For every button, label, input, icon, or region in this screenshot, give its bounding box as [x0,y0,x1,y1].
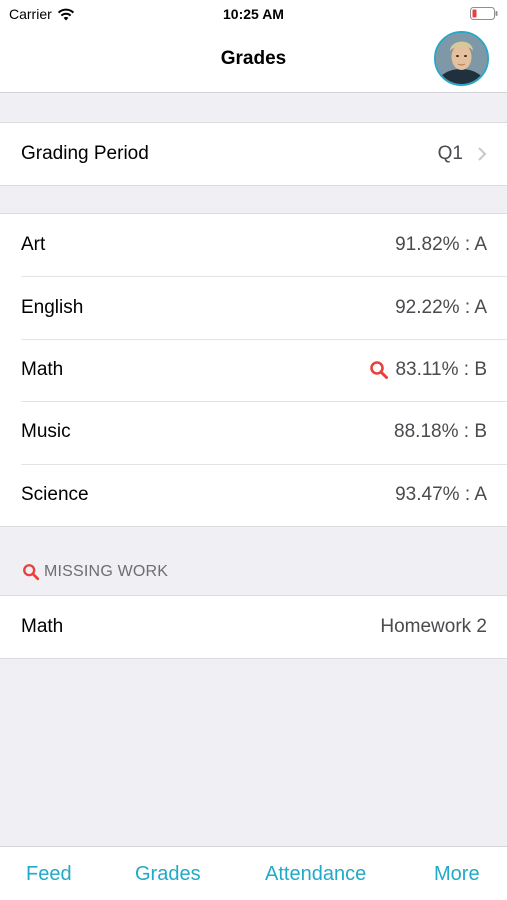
grade-row-english[interactable]: English 92.22% : A [0,276,507,338]
grade-value: 88.18% : B [394,421,487,443]
grade-row-science[interactable]: Science 93.47% : A [0,463,507,526]
clock: 10:25 AM [223,6,284,22]
navigation-bar: Grades [0,30,507,93]
missing-work-list: Math Homework 2 [0,595,507,659]
grade-value: 83.11% : B [395,358,487,380]
missing-work-row[interactable]: Math Homework 2 [0,596,507,658]
chevron-right-icon [478,147,487,161]
subject-name: English [21,296,84,318]
status-bar: Carrier 10:25 AM [0,0,507,30]
avatar[interactable] [434,31,489,86]
missing-work-title: MISSING WORK [44,563,169,580]
grading-period-group: Grading Period Q1 [0,122,507,186]
subject-name: Music [21,421,71,443]
grades-list: Art 91.82% : A English 92.22% : A Math 8… [0,213,507,527]
missing-work-header: MISSING WORK [22,563,168,581]
grade-value: 91.82% : A [395,234,487,256]
tab-attendance[interactable]: Attendance [265,863,366,886]
subject-name: Art [21,234,46,256]
tab-more[interactable]: More [434,863,480,886]
subject-name: Science [21,483,89,505]
grade-value: 92.22% : A [395,296,487,318]
grading-period-row[interactable]: Grading Period Q1 [0,123,507,185]
tab-bar: Feed Grades Attendance More [0,846,507,900]
tab-grades[interactable]: Grades [135,863,201,886]
grade-row-music[interactable]: Music 88.18% : B [0,401,507,463]
assignment-name: Homework 2 [380,616,487,637]
grading-period-label: Grading Period [21,143,149,164]
avatar-image [436,33,487,84]
subject-name: Math [21,616,64,637]
grade-row-math[interactable]: Math 83.11% : B [0,338,507,401]
page-title: Grades [220,48,287,69]
grading-period-value: Q1 [437,143,463,164]
grade-row-art[interactable]: Art 91.82% : A [0,214,507,276]
search-icon [23,564,40,581]
search-icon [370,361,389,379]
subject-name: Math [21,358,64,380]
battery-icon [470,7,498,20]
grades-screen: Carrier 10:25 AM Grades Grading Period Q… [0,0,507,900]
tab-feed[interactable]: Feed [26,863,72,886]
grade-value: 93.47% : A [395,483,487,505]
